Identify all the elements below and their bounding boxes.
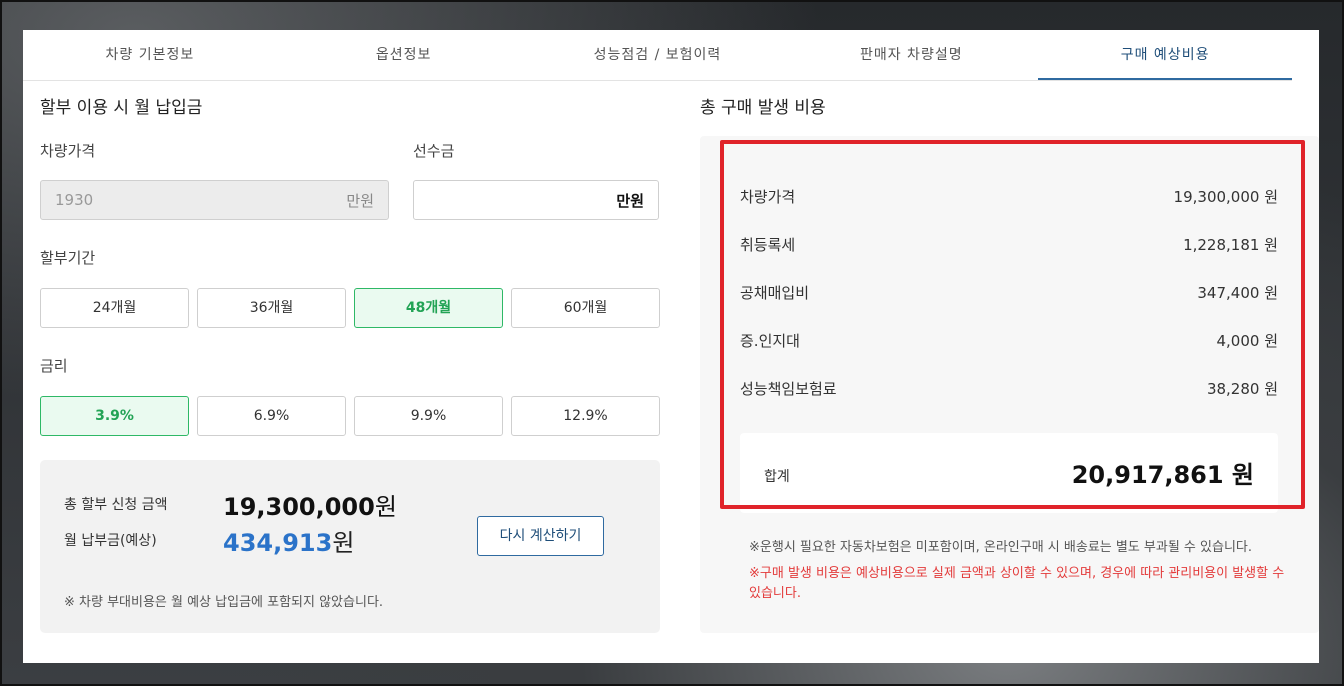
insurance-note: ※운행시 필요한 자동차보험은 미포함이며, 온라인구매 시 배송료는 별도 부… xyxy=(749,540,1253,555)
tab-purchase-cost[interactable]: 구매 예상비용 xyxy=(1038,30,1292,80)
down-payment-label: 선수금 xyxy=(413,142,455,160)
cost-row-label: 성능책임보험료 xyxy=(740,380,837,398)
price-input: 1930 만원 xyxy=(40,180,389,220)
cost-row-value: 4,000 원 xyxy=(1216,332,1278,350)
total-installment-label: 총 할부 신청 금액 xyxy=(64,497,168,513)
down-payment-input[interactable]: 만원 xyxy=(413,180,659,220)
cost-row-label: 취등록세 xyxy=(740,236,796,254)
cost-row: 차량가격 19,300,000 원 xyxy=(740,186,1278,207)
period-60-button[interactable]: 60개월 xyxy=(511,288,660,328)
monthly-payment-amount: 434,913원 xyxy=(223,523,354,558)
rate-3-9-button[interactable]: 3.9% xyxy=(40,396,189,436)
cost-row-label: 공채매입비 xyxy=(740,284,810,302)
total-cost-card: 합계 20,917,861 원 xyxy=(740,433,1278,513)
total-installment-amount: 19,300,000원 xyxy=(223,487,397,522)
cost-row: 취등록세 1,228,181 원 xyxy=(740,234,1278,255)
period-24-button[interactable]: 24개월 xyxy=(40,288,189,328)
tab-inspection[interactable]: 성능점검 / 보험이력 xyxy=(531,30,785,80)
total-installment-unit: 원 xyxy=(374,493,397,521)
period-label: 할부기간 xyxy=(40,249,96,267)
down-payment-unit: 만원 xyxy=(616,191,644,210)
rate-label: 금리 xyxy=(40,357,68,375)
recalculate-button[interactable]: 다시 계산하기 xyxy=(477,516,604,556)
cost-estimate-warning: ※구매 발생 비용은 예상비용으로 실제 금액과 상이할 수 있으며, 경우에 … xyxy=(749,566,1285,601)
installment-note: ※ 차량 부대비용은 월 예상 납입금에 포함되지 않았습니다. xyxy=(64,595,384,610)
total-cost-title: 총 구매 발생 비용 xyxy=(700,98,826,118)
cost-row-label: 차량가격 xyxy=(740,188,796,206)
total-installment-value: 19,300,000 xyxy=(223,493,375,521)
cost-row-value: 1,228,181 원 xyxy=(1183,236,1278,254)
tab-options[interactable]: 옵션정보 xyxy=(277,30,531,80)
cost-row-value: 38,280 원 xyxy=(1206,380,1278,398)
rate-6-9-button[interactable]: 6.9% xyxy=(197,396,346,436)
cost-row-value: 19,300,000 원 xyxy=(1173,188,1278,206)
cost-row-value: 347,400 원 xyxy=(1197,284,1278,302)
cost-breakdown: 차량가격 19,300,000 원 취등록세 1,228,181 원 공채매입비… xyxy=(700,136,1319,633)
monthly-payment-unit: 원 xyxy=(332,529,355,557)
main-panel: 차량 기본정보 옵션정보 성능점검 / 보험이력 판매자 차량설명 구매 예상비… xyxy=(23,30,1319,663)
monthly-payment-value: 434,913 xyxy=(223,529,333,557)
cost-row-label: 증.인지대 xyxy=(740,332,800,350)
installment-title: 할부 이용 시 월 납입금 xyxy=(40,98,203,118)
period-48-button[interactable]: 48개월 xyxy=(354,288,503,328)
cost-row: 공채매입비 347,400 원 xyxy=(740,282,1278,303)
cost-row: 성능책임보험료 38,280 원 xyxy=(740,378,1278,399)
period-36-button[interactable]: 36개월 xyxy=(197,288,346,328)
tab-basic-info[interactable]: 차량 기본정보 xyxy=(23,30,277,80)
installment-summary: 총 할부 신청 금액 19,300,000원 월 납부금(예상) 434,913… xyxy=(40,460,660,633)
tab-seller-description[interactable]: 판매자 차량설명 xyxy=(784,30,1038,80)
price-value: 1930 xyxy=(55,191,94,209)
price-label: 차량가격 xyxy=(40,142,96,160)
rate-12-9-button[interactable]: 12.9% xyxy=(511,396,660,436)
cost-row: 증.인지대 4,000 원 xyxy=(740,330,1278,351)
total-cost-value: 20,917,861 원 xyxy=(1071,461,1254,489)
total-cost-label: 합계 xyxy=(764,469,790,485)
rate-9-9-button[interactable]: 9.9% xyxy=(354,396,503,436)
price-unit: 만원 xyxy=(346,191,374,210)
monthly-payment-label: 월 납부금(예상) xyxy=(64,533,157,549)
tab-bar: 차량 기본정보 옵션정보 성능점검 / 보험이력 판매자 차량설명 구매 예상비… xyxy=(23,30,1292,81)
